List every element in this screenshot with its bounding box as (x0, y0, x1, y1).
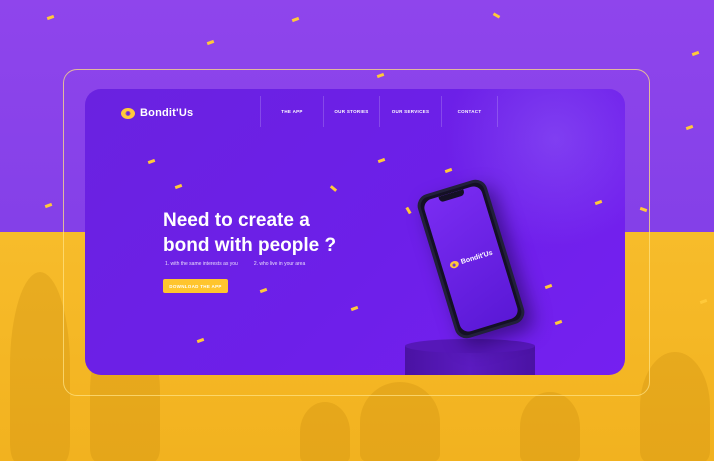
logo-badge-icon: ◉ (121, 107, 135, 119)
confetti (544, 283, 553, 290)
nav-item-the-app[interactable]: THE APP (261, 96, 324, 127)
logo-badge-icon: ◉ (448, 259, 460, 269)
main-nav: THE APP OUR STORIES OUR SERVICES CONTACT (260, 96, 498, 127)
phone-brand-logo: ◉ Bondit'Us (448, 249, 494, 269)
confetti (174, 183, 183, 190)
phone-brand-name: Bondit'Us (460, 249, 494, 266)
nav-item-our-services[interactable]: OUR SERVICES (380, 96, 442, 127)
interest-item-2: 2. who live in your area (253, 261, 306, 267)
interest-item-1: 1. with the same interests as you (165, 261, 238, 267)
confetti (350, 305, 359, 312)
confetti (377, 157, 386, 164)
nav-item-contact[interactable]: CONTACT (442, 96, 498, 127)
interests-list: 1. with the same interests as you 2. who… (165, 261, 305, 267)
confetti (405, 206, 412, 215)
confetti (329, 185, 338, 192)
confetti (196, 337, 205, 344)
hero-headline: Need to create a bond with people ? (163, 208, 403, 258)
confetti (147, 158, 156, 165)
confetti (554, 319, 563, 326)
nav-item-our-stories[interactable]: OUR STORIES (324, 96, 380, 127)
pedestal-top (405, 339, 535, 353)
brand-logo[interactable]: ◉ Bondit'Us (121, 107, 193, 119)
headline-line-1: Need to create a (163, 210, 310, 231)
headline-line-2: bond with people ? (163, 235, 337, 256)
download-app-button[interactable]: DOWNLOAD THE APP (163, 279, 228, 293)
confetti (259, 287, 268, 294)
brand-name: Bondit'Us (140, 107, 194, 119)
phone-notch (438, 189, 466, 203)
hero-section: ◉ Bondit'Us THE APP OUR STORIES OUR SERV… (85, 89, 625, 375)
